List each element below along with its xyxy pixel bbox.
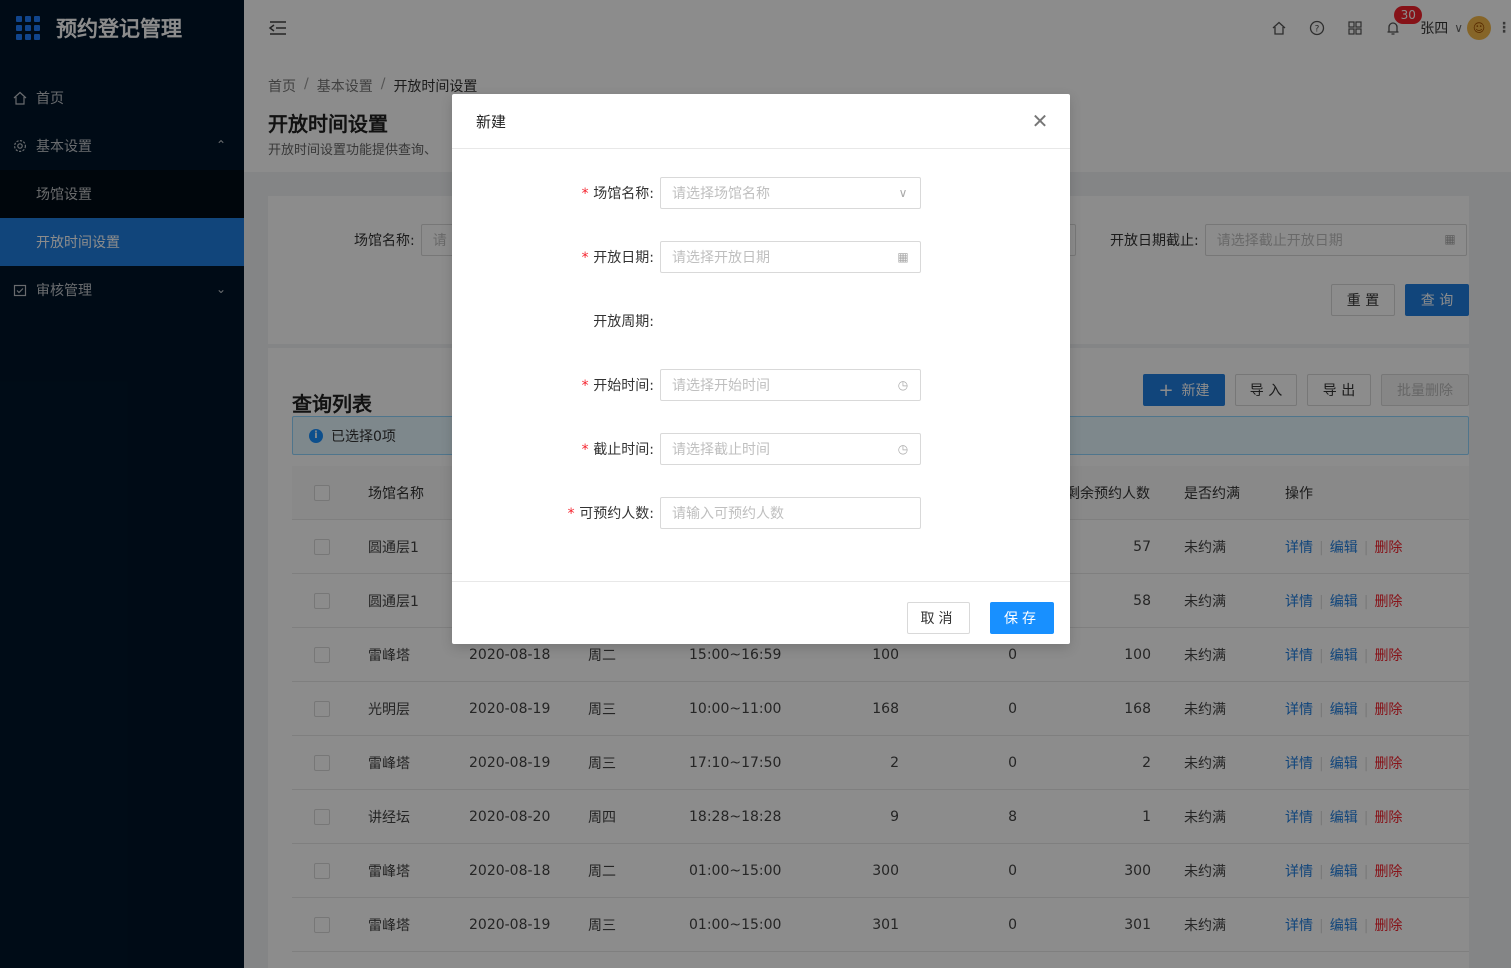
form-input-0[interactable]: 请选择场馆名称 ∨ [660,177,921,209]
form-label: * 开放日期: [580,250,654,266]
form-label: * 开始时间: [580,378,654,394]
modal-footer: 取消 保存 [452,581,1070,644]
required-mark: * [580,378,590,394]
form-row: * 开始时间: 请选择开始时间 ◷ [452,369,1070,401]
form-row: * 开放日期: 请选择开放日期 ▦ [452,241,1070,273]
clock-icon: ◷ [897,378,909,392]
required-mark: * [566,506,576,522]
required-mark: * [580,186,590,202]
form-row: * 截止时间: 请选择截止时间 ◷ [452,433,1070,465]
clock-icon: ◷ [897,442,909,456]
form-input-3[interactable]: 请选择开始时间 ◷ [660,369,921,401]
chevron-down-icon: ∨ [898,186,908,200]
form-row: 开放周期: [452,305,1070,337]
form-input-4[interactable]: 请选择截止时间 ◷ [660,433,921,465]
form-label: * 截止时间: [580,442,654,458]
calendar-icon: ▦ [897,250,909,264]
save-button[interactable]: 保存 [990,602,1054,634]
form-row: * 场馆名称: 请选择场馆名称 ∨ [452,177,1070,209]
form-row: * 可预约人数: 请输入可预约人数 [452,497,1070,529]
required-mark: * [580,250,590,266]
form-label: * 可预约人数: [566,506,654,522]
close-icon[interactable]: ✕ [1030,111,1050,131]
form-label: 开放周期: [593,314,654,330]
required-mark: * [580,442,590,458]
new-modal: 新建 ✕ * 场馆名称: 请选择场馆名称 ∨ * 开放日期: 请选择开放日期 ▦ 开放周期: * 开… [452,94,1070,644]
form-input-5[interactable]: 请输入可预约人数 [660,497,921,529]
modal-header: 新建 ✕ [452,94,1070,149]
form-input-1[interactable]: 请选择开放日期 ▦ [660,241,921,273]
modal-title: 新建 [476,112,507,131]
cancel-button[interactable]: 取消 [907,602,970,634]
form-label: * 场馆名称: [580,186,654,202]
